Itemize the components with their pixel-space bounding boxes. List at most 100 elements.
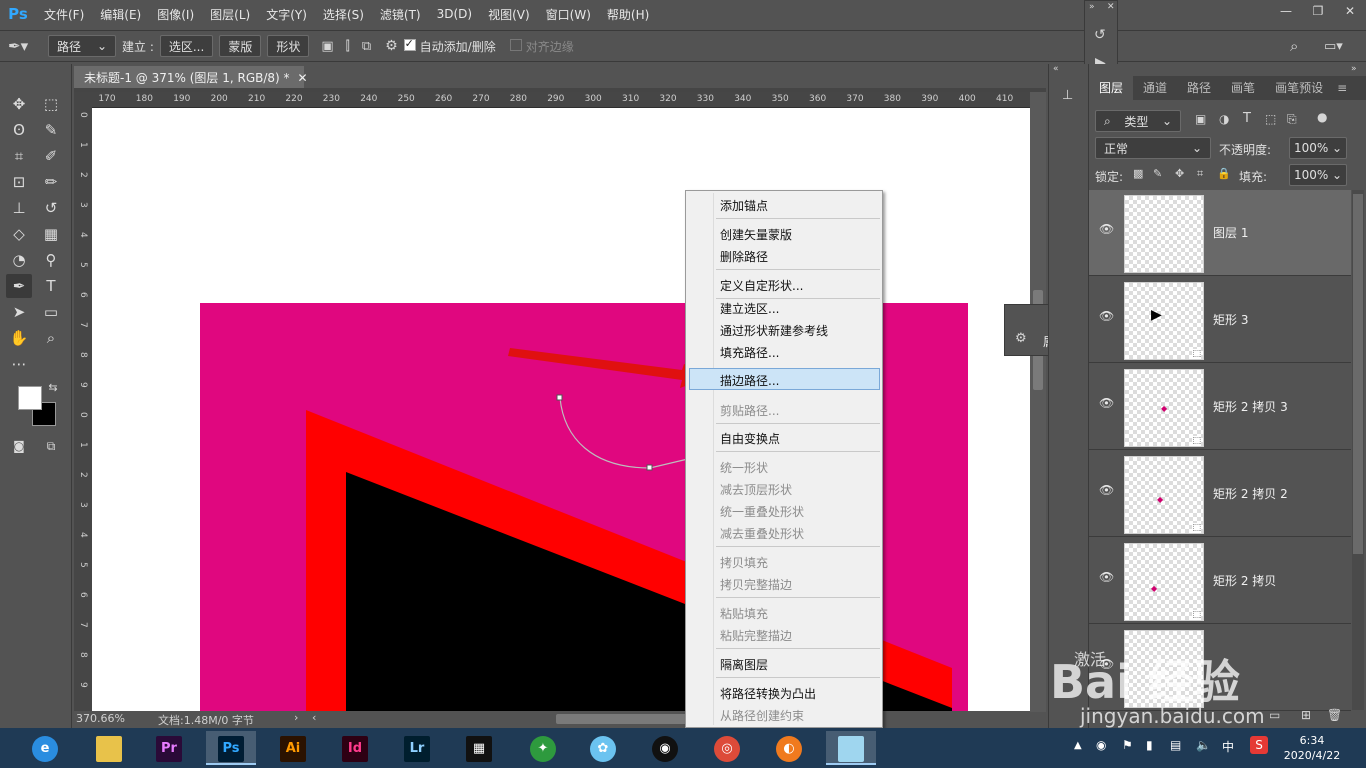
gear-icon[interactable]: ⚙ [385, 38, 398, 54]
foreground-color-swatch[interactable] [18, 386, 42, 410]
libraries-icon[interactable]: ⊥ [1062, 88, 1073, 103]
layer-filter-select[interactable]: ⌕ 类型 ⌄ [1095, 110, 1181, 132]
tab-layers[interactable]: 图层 [1089, 76, 1134, 100]
game-app[interactable]: ✦ [518, 731, 568, 765]
chevron-right-icon[interactable]: › [294, 711, 298, 724]
hand-tool-icon[interactable]: ✋ [6, 326, 32, 350]
volume-icon[interactable]: 🔈 [1196, 738, 1211, 752]
layer-row[interactable]: 👁 ◆ ⬚ 矩形 2 拷贝 2 [1089, 451, 1351, 537]
zoom-level[interactable]: 370.66% [76, 712, 125, 725]
filter-toggle-icon[interactable]: ● [1317, 110, 1327, 124]
quick-mask-icon[interactable]: ◙ [6, 434, 32, 458]
make-shape-button[interactable]: 形状 [267, 35, 310, 57]
move-tool-icon[interactable]: ✥ [6, 92, 32, 116]
filter-smart-object-icon[interactable]: ⎘ [1287, 112, 1297, 127]
lock-pixels-icon[interactable]: ✎ [1153, 167, 1162, 180]
clone-stamp-tool-icon[interactable]: ⊥ [6, 196, 32, 220]
lock-artboard-icon[interactable]: ⌗ [1197, 167, 1203, 181]
file-explorer-icon[interactable] [84, 731, 134, 765]
collapse-panel-icon[interactable]: » [1351, 64, 1357, 74]
qq-tray-icon[interactable]: ◉ [1096, 738, 1106, 752]
tab-paths[interactable]: 路径 [1177, 76, 1221, 100]
path-alignment-icon[interactable]: ⫿ [346, 39, 350, 54]
crop-tool-icon[interactable]: ⌗ [6, 144, 32, 168]
type-tool-icon[interactable]: T [38, 274, 64, 298]
more-tools-icon[interactable]: ⋯ [6, 352, 32, 376]
menu-file[interactable]: 文件(F) [36, 6, 92, 23]
dodge-tool-icon[interactable]: ⚲ [38, 248, 64, 272]
panel-menu-icon[interactable]: ≡ [1333, 76, 1351, 100]
layer-name[interactable]: 矩形 2 拷贝 2 [1213, 485, 1288, 502]
ime-indicator[interactable]: 中 [1222, 738, 1234, 755]
sogou-icon[interactable]: S [1250, 736, 1268, 754]
eye-icon[interactable]: 👁 [1099, 483, 1114, 497]
path-operations-icon[interactable]: ▣ [321, 39, 333, 54]
eye-icon[interactable]: 👁 [1099, 222, 1114, 236]
layer-row[interactable]: 👁 ◆ ⬚ 矩形 2 拷贝 [1089, 538, 1351, 624]
context-menu-item[interactable]: 创建矢量蒙版 [720, 226, 792, 243]
rectangle-tool-icon[interactable]: ▭ [38, 300, 64, 324]
minimize-button[interactable]: — [1270, 0, 1302, 24]
context-menu-item[interactable]: 删除路径 [720, 248, 768, 265]
menu-help[interactable]: 帮助(H) [599, 6, 657, 23]
vertical-ruler[interactable]: 0 1 2 3 4 5 6 7 8 9 0 1 2 3 4 5 6 7 8 9 [74, 108, 92, 712]
lock-all-icon[interactable]: 🔒 [1217, 167, 1231, 180]
premiere-app[interactable]: Pr [144, 731, 194, 765]
restore-button[interactable]: ❐ [1302, 0, 1334, 24]
menu-3d[interactable]: 3D(D) [429, 7, 480, 21]
filter-type-icon[interactable]: T [1243, 111, 1251, 126]
tab-brush-presets[interactable]: 画笔预设 [1265, 76, 1333, 100]
workspace-switcher-icon[interactable]: ▭▾ [1324, 39, 1343, 54]
notepad-app[interactable] [826, 731, 876, 765]
canvas-vertical-scrollbar[interactable] [1030, 92, 1046, 712]
make-mask-button[interactable]: 蒙版 [219, 35, 262, 57]
horizontal-ruler[interactable]: 170 180 190 200 210 220 230 240 250 260 270 280 290 3… [92, 92, 1030, 108]
layer-name[interactable]: 图层 1 [1213, 224, 1248, 241]
zoom-tool-icon[interactable]: ⌕ [38, 326, 64, 350]
history-icon[interactable]: ↺ [1094, 27, 1106, 43]
context-menu-item[interactable]: 填充路径... [720, 344, 779, 361]
battery-icon[interactable]: ▮ [1146, 738, 1153, 752]
path-selection-tool-icon[interactable]: ➤ [6, 300, 32, 324]
ruler-origin[interactable] [74, 92, 92, 108]
blend-mode-select[interactable]: 正常 ⌄ [1095, 137, 1211, 159]
browser-app-icon[interactable]: e [20, 731, 70, 765]
search-icon[interactable]: ⌕ [1290, 37, 1298, 55]
layer-row[interactable]: 👁 ◆ ⬚ 矩形 2 拷贝 3 [1089, 364, 1351, 450]
canvas-horizontal-scroll-thumb[interactable] [556, 714, 696, 724]
layer-row[interactable]: 👁 图层 1 [1089, 190, 1351, 276]
marquee-tool-icon[interactable]: ⬚ [38, 92, 64, 116]
swap-colors-icon[interactable]: ⇆ [40, 376, 66, 400]
expand-panels-icon[interactable]: » [1089, 2, 1095, 12]
context-menu-item[interactable]: 添加锚点 [720, 197, 768, 214]
filter-shape-icon[interactable]: ⬚ [1265, 112, 1276, 126]
indesign-app[interactable]: Id [330, 731, 380, 765]
lightroom-app[interactable]: Lr [392, 731, 442, 765]
menu-edit[interactable]: 编辑(E) [92, 6, 149, 23]
opacity-input[interactable]: 100% ⌄ [1289, 137, 1347, 159]
close-button[interactable]: ✕ [1334, 0, 1366, 24]
eye-icon[interactable]: 👁 [1099, 570, 1114, 584]
history-brush-tool-icon[interactable]: ↺ [38, 196, 64, 220]
menu-window[interactable]: 窗口(W) [538, 6, 599, 23]
align-edges-checkbox[interactable]: 对齐边缘 [509, 38, 574, 55]
make-selection-button[interactable]: 选区... [159, 35, 214, 57]
lock-transparent-icon[interactable]: ▩ [1133, 167, 1143, 180]
fill-input[interactable]: 100% ⌄ [1289, 164, 1347, 186]
path-arrangement-icon[interactable]: ⧉ [362, 39, 371, 54]
document-tab[interactable]: 未标题-1 @ 371% (图层 1, RGB/8) * ✕ [74, 66, 308, 90]
pen-tool-preset-icon[interactable]: ✒▾ [8, 37, 42, 55]
screen-mode-icon[interactable]: ⧉ [38, 434, 64, 458]
layer-name[interactable]: 矩形 2 拷贝 [1213, 572, 1276, 589]
context-menu-item[interactable]: 隔离图层 [720, 656, 768, 673]
document-canvas[interactable] [92, 108, 1030, 712]
auto-add-delete-checkbox[interactable]: 自动添加/删除 [403, 37, 496, 55]
blur-tool-icon[interactable]: ◔ [6, 248, 32, 272]
photoshop-app[interactable]: Ps [206, 731, 256, 765]
system-clock[interactable]: 6:34 2020/4/22 [1282, 733, 1342, 763]
menu-layer[interactable]: 图层(L) [202, 6, 258, 23]
lock-position-icon[interactable]: ✥ [1175, 167, 1184, 180]
tab-brushes[interactable]: 画笔 [1221, 76, 1265, 100]
context-menu-item[interactable]: 描边路径... [720, 372, 779, 389]
context-menu-item[interactable]: 通过形状新建参考线 [720, 322, 828, 339]
